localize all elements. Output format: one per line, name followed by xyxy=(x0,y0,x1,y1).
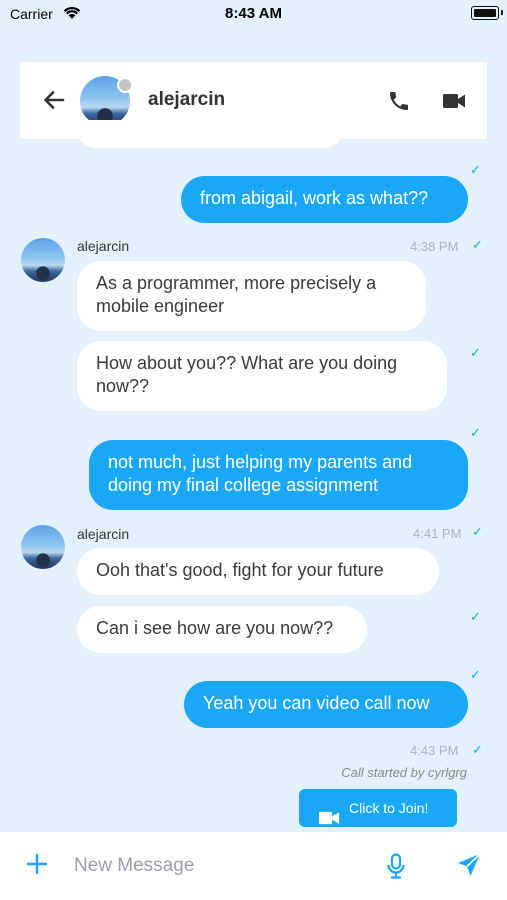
presence-indicator xyxy=(117,77,133,93)
arrow-left-icon[interactable] xyxy=(42,88,66,117)
read-check-icon: ✓ xyxy=(470,609,481,624)
partial-message-bubble xyxy=(76,120,344,148)
read-check-icon: ✓ xyxy=(472,524,483,539)
call-started-note: Call started by cyrlgrg xyxy=(341,765,467,780)
avatar[interactable] xyxy=(21,238,65,282)
message-bubble-incoming[interactable]: Can i see how are you now?? xyxy=(77,606,367,653)
message-time: 4:38 PM xyxy=(410,239,459,254)
clock: 8:43 AM xyxy=(225,5,282,22)
read-check-icon: ✓ xyxy=(470,425,481,440)
message-bubble-incoming[interactable]: How about you?? What are you doing now?? xyxy=(77,341,447,411)
plus-icon[interactable] xyxy=(26,853,48,880)
join-call-label: Click to Join! xyxy=(349,800,429,816)
battery-tip xyxy=(501,10,503,15)
message-time: 4:43 PM xyxy=(410,743,459,758)
message-bubble-outgoing[interactable]: from abigail, work as what?? xyxy=(181,176,468,223)
read-check-icon: ✓ xyxy=(470,345,481,360)
read-check-icon: ✓ xyxy=(472,742,483,757)
read-check-icon: ✓ xyxy=(470,162,481,177)
read-check-icon: ✓ xyxy=(472,237,483,252)
send-icon[interactable] xyxy=(456,852,482,883)
contact-avatar[interactable] xyxy=(80,76,133,126)
message-bubble-outgoing[interactable]: Yeah you can video call now xyxy=(184,681,468,728)
message-bubble-incoming[interactable]: As a programmer, more precisely a mobile… xyxy=(77,261,426,331)
contact-name[interactable]: alejarcin xyxy=(148,89,225,111)
message-input-bar xyxy=(0,832,507,900)
read-check-icon: ✓ xyxy=(470,667,481,682)
phone-icon[interactable] xyxy=(387,89,411,118)
avatar[interactable] xyxy=(21,525,65,569)
sender-name: alejarcin xyxy=(77,238,130,254)
battery-icon xyxy=(471,6,499,20)
status-bar: Carrier 8:43 AM xyxy=(0,0,507,30)
message-bubble-incoming[interactable]: Ooh that's good, fight for your future xyxy=(77,548,439,595)
message-bubble-outgoing[interactable]: not much, just helping my parents and do… xyxy=(89,440,468,510)
video-camera-icon[interactable] xyxy=(442,91,466,116)
message-input[interactable] xyxy=(74,852,364,880)
microphone-icon[interactable] xyxy=(386,853,406,884)
join-call-button[interactable]: Click to Join! xyxy=(299,789,457,827)
message-time: 4:41 PM xyxy=(413,526,462,541)
sender-name: alejarcin xyxy=(77,526,130,542)
